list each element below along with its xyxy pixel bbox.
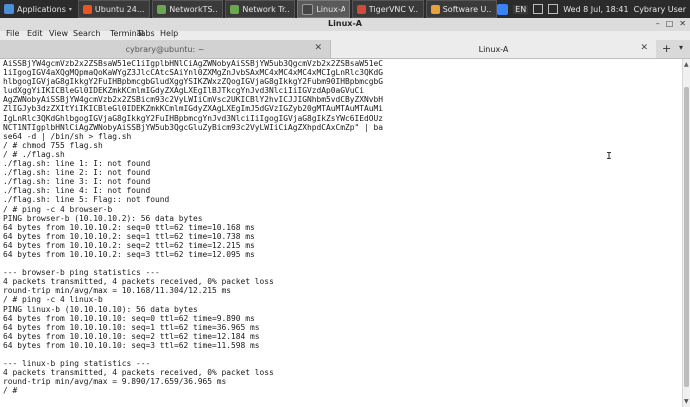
terminal-line: 64 bytes from 10.10.10.2: seq=1 ttl=62 t…	[3, 231, 255, 241]
terminal-line: 64 bytes from 10.10.10.2: seq=0 ttl=62 t…	[3, 222, 255, 232]
applications-menu[interactable]: Applications ▾	[0, 0, 76, 18]
volume-icon[interactable]	[548, 4, 559, 14]
workspace-switcher-icon[interactable]	[497, 3, 509, 15]
system-tray: EN Wed 8 Jul, 18:41 Cybrary User	[497, 3, 690, 15]
close-icon[interactable]: ✕	[679, 19, 686, 28]
maximize-icon[interactable]: □	[666, 19, 674, 28]
terminal-line: 64 bytes from 10.10.10.2: seq=2 ttl=62 t…	[3, 240, 255, 250]
clock[interactable]: Wed 8 Jul, 18:41	[563, 5, 628, 14]
menu-tabs[interactable]: Tabs	[137, 29, 155, 38]
terminal-line: ./flag.sh: line 3: I: not found	[3, 177, 151, 187]
taskbar-item-active[interactable]: Linux-A	[297, 0, 350, 18]
terminal-line: round-trip min/avg/max = 9.890/17.659/36…	[3, 377, 227, 387]
browser-app-icon	[230, 4, 240, 14]
mouse-ibeam-cursor-icon: I	[606, 151, 613, 162]
taskbar-item[interactable]: Ubuntu 24....	[77, 0, 151, 18]
tab-linux-a[interactable]: Linux-A ✕	[331, 40, 656, 58]
terminal-line: --- browser-b ping statistics ---	[3, 268, 160, 278]
terminal-line: ./flag.sh: line 5: Flag:: not found	[3, 195, 170, 205]
tab-bar: cybrary@ubuntu: ~ ✕ Linux-A ✕ + ▾	[0, 40, 690, 59]
terminal-line: / # ping -c 4 linux-b	[3, 295, 103, 305]
tab-label: Linux-A	[478, 44, 509, 54]
tab-list-chevron-icon[interactable]: ▾	[679, 43, 683, 52]
terminal-line: 4 packets transmitted, 4 packets receive…	[3, 277, 274, 287]
tab-cybrary-ubuntu[interactable]: cybrary@ubuntu: ~ ✕	[0, 40, 331, 58]
ubuntu-app-icon	[82, 4, 92, 14]
taskbar-item-label: Ubuntu 24....	[94, 4, 146, 14]
terminal-line: 64 bytes from 10.10.10.2: seq=3 ttl=62 t…	[3, 249, 255, 259]
terminal-line: ./flag.sh: line 4: I: not found	[3, 186, 151, 196]
terminal-line: round-trip min/avg/max = 10.168/11.304/1…	[3, 286, 232, 296]
taskbar-item[interactable]: TigerVNC V...	[351, 0, 424, 18]
menu-file[interactable]: File	[6, 29, 19, 38]
terminal-line: PING browser-b (10.10.10.2): 56 data byt…	[3, 213, 203, 223]
terminal-area[interactable]: AiSSBjYW4gcmVzb2x2ZSBsaW51eC1iIgplbHNlCi…	[0, 59, 682, 407]
terminal-line: / # ./flag.sh	[3, 149, 65, 159]
terminal-line: / #	[3, 386, 18, 396]
taskbar-item[interactable]: Software U...	[425, 0, 498, 18]
vnc-app-icon	[356, 4, 366, 14]
terminal-scrollbar[interactable]: ▲ ▼	[682, 59, 690, 407]
taskbar-item[interactable]: NetworkTS...	[152, 0, 224, 18]
terminal-line: ./flag.sh: line 1: I: not found	[3, 159, 151, 169]
minimize-icon[interactable]: –	[656, 19, 660, 28]
terminal-line: / # chmod 755 flag.sh	[3, 140, 103, 150]
window-titlebar[interactable]: Linux-A – □ ✕	[0, 18, 690, 32]
close-tab-icon[interactable]: ✕	[314, 43, 322, 53]
tab-label: cybrary@ubuntu: ~	[125, 44, 205, 54]
top-panel: Applications ▾ Ubuntu 24.... NetworkTS..…	[0, 0, 690, 18]
menu-search[interactable]: Search	[73, 29, 100, 38]
terminal-line: NCT1NTIgplbHNlCiAgZWNobyAiSSBjYW5ub3QgcG…	[3, 122, 384, 132]
network-icon[interactable]	[533, 4, 544, 14]
terminal-line: 64 bytes from 10.10.10.10: seq=2 ttl=62 …	[3, 331, 260, 341]
menu-edit[interactable]: Edit	[27, 29, 43, 38]
terminal-line: ZlIGJyb3dzZXItYiIKICBleGl0IDEKZmkKCmlmIG…	[3, 104, 384, 114]
chevron-down-icon: ▾	[68, 5, 72, 13]
terminal-line: se64 -d | /bin/sh > flag.sh	[3, 131, 132, 141]
terminal-line: AiSSBjYW4gcmVzb2x2ZSBsaW51eC1iIgplbHNlCi…	[3, 59, 384, 68]
terminal-line: --- linux-b ping statistics ---	[3, 359, 151, 369]
terminal-line: 64 bytes from 10.10.10.10: seq=3 ttl=62 …	[3, 340, 260, 350]
new-tab-icon[interactable]: +	[662, 42, 671, 55]
terminal-line: AgZWNobyAiSSBjYW4gcmVzb2x2ZSBicm93c2VyLW…	[3, 95, 384, 105]
menu-help[interactable]: Help	[160, 29, 178, 38]
terminal-line: 1iIgogIGV4aXQgMQpmaQoKaWYgZ3JlcCAtcSAiYn…	[3, 68, 384, 78]
taskbar-item-label: Network Tr...	[242, 4, 291, 14]
terminal-line: hlbgogIGVjaG8gIkkgY2FuIHBpbmcgbGludXggYS…	[3, 77, 384, 87]
taskbar-item-label: NetworkTS...	[169, 4, 219, 14]
terminal-line: 64 bytes from 10.10.10.10: seq=0 ttl=62 …	[3, 313, 255, 323]
keyboard-layout-indicator[interactable]: EN	[513, 4, 529, 14]
browser-app-icon	[157, 4, 167, 14]
applications-logo-icon	[4, 4, 14, 14]
terminal-line: ludXggYiIKICBleGl0IDEKZmkKCmlmIGdyZXAgLX…	[3, 86, 365, 96]
terminal-app-icon	[302, 3, 314, 15]
taskbar-item-label: TigerVNC V...	[368, 4, 419, 14]
menu-view[interactable]: View	[49, 29, 68, 38]
taskbar-item[interactable]: Network Tr...	[225, 0, 296, 18]
window-title: Linux-A	[328, 19, 362, 28]
user-menu[interactable]: Cybrary User	[634, 5, 686, 14]
taskbar-item-label: Software U...	[442, 4, 493, 14]
terminal-line: ./flag.sh: line 2: I: not found	[3, 168, 151, 178]
terminal-output: AiSSBjYW4gcmVzb2x2ZSBsaW51eC1iIgplbHNlCi…	[3, 59, 383, 395]
scroll-down-icon[interactable]: ▼	[684, 398, 689, 405]
scroll-up-icon[interactable]: ▲	[684, 61, 689, 68]
software-updater-icon	[430, 4, 440, 14]
terminal-line: 4 packets transmitted, 4 packets receive…	[3, 368, 274, 378]
terminal-line: 64 bytes from 10.10.10.10: seq=1 ttl=62 …	[3, 322, 260, 332]
terminal-line: / # ping -c 4 browser-b	[3, 204, 113, 214]
taskbar-item-label: Linux-A	[316, 4, 345, 14]
window-controls: – □ ✕	[656, 19, 686, 28]
scrollbar-thumb[interactable]	[684, 87, 689, 387]
terminal-line: PING linux-b (10.10.10.10): 56 data byte…	[3, 304, 198, 314]
terminal-line: IgLnRlc3QKdGhlbgogIGVjaG8gIkkgY2FuIHBpbm…	[3, 113, 384, 123]
applications-label: Applications	[17, 4, 66, 14]
menu-bar: File Edit View Search Terminal Tabs Help	[0, 29, 690, 40]
close-tab-icon[interactable]: ✕	[640, 43, 648, 53]
